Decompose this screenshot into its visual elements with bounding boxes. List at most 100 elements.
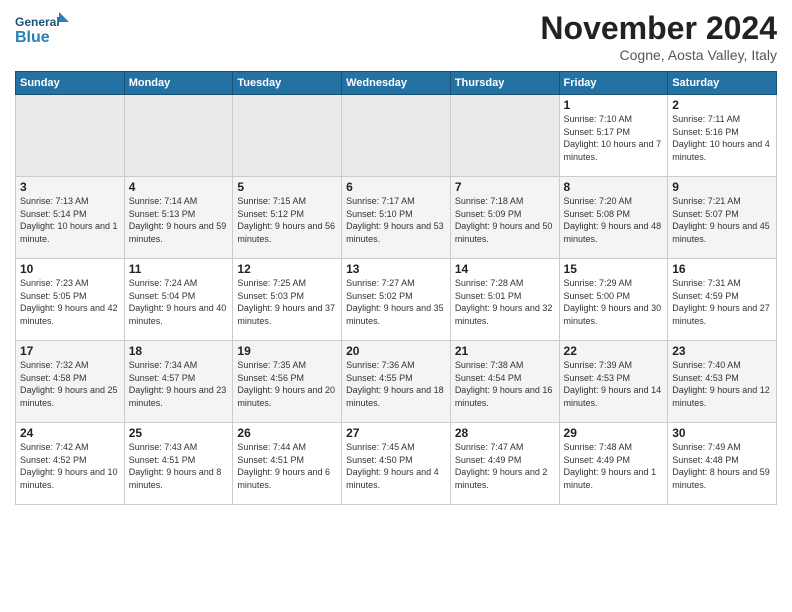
day-info: Sunrise: 7:35 AM Sunset: 4:56 PM Dayligh… — [237, 359, 337, 409]
day-info: Sunrise: 7:39 AM Sunset: 4:53 PM Dayligh… — [564, 359, 664, 409]
day-number: 14 — [455, 262, 555, 276]
day-info: Sunrise: 7:48 AM Sunset: 4:49 PM Dayligh… — [564, 441, 664, 491]
day-info: Sunrise: 7:21 AM Sunset: 5:07 PM Dayligh… — [672, 195, 772, 245]
day-info: Sunrise: 7:23 AM Sunset: 5:05 PM Dayligh… — [20, 277, 120, 327]
day-info: Sunrise: 7:43 AM Sunset: 4:51 PM Dayligh… — [129, 441, 229, 491]
cell-0-1 — [124, 95, 233, 177]
day-info: Sunrise: 7:44 AM Sunset: 4:51 PM Dayligh… — [237, 441, 337, 491]
day-number: 26 — [237, 426, 337, 440]
col-thursday: Thursday — [450, 72, 559, 95]
subtitle: Cogne, Aosta Valley, Italy — [540, 47, 777, 63]
day-number: 17 — [20, 344, 120, 358]
cell-4-5: 29Sunrise: 7:48 AM Sunset: 4:49 PM Dayli… — [559, 423, 668, 505]
day-number: 5 — [237, 180, 337, 194]
day-number: 19 — [237, 344, 337, 358]
day-number: 30 — [672, 426, 772, 440]
day-info: Sunrise: 7:42 AM Sunset: 4:52 PM Dayligh… — [20, 441, 120, 491]
cell-2-2: 12Sunrise: 7:25 AM Sunset: 5:03 PM Dayli… — [233, 259, 342, 341]
cell-0-5: 1Sunrise: 7:10 AM Sunset: 5:17 PM Daylig… — [559, 95, 668, 177]
day-info: Sunrise: 7:15 AM Sunset: 5:12 PM Dayligh… — [237, 195, 337, 245]
title-block: November 2024 Cogne, Aosta Valley, Italy — [540, 10, 777, 63]
cell-2-4: 14Sunrise: 7:28 AM Sunset: 5:01 PM Dayli… — [450, 259, 559, 341]
cell-2-5: 15Sunrise: 7:29 AM Sunset: 5:00 PM Dayli… — [559, 259, 668, 341]
cell-2-6: 16Sunrise: 7:31 AM Sunset: 4:59 PM Dayli… — [668, 259, 777, 341]
day-number: 28 — [455, 426, 555, 440]
day-number: 6 — [346, 180, 446, 194]
cell-0-2 — [233, 95, 342, 177]
cell-4-3: 27Sunrise: 7:45 AM Sunset: 4:50 PM Dayli… — [342, 423, 451, 505]
week-row-1: 3Sunrise: 7:13 AM Sunset: 5:14 PM Daylig… — [16, 177, 777, 259]
day-number: 18 — [129, 344, 229, 358]
cell-3-0: 17Sunrise: 7:32 AM Sunset: 4:58 PM Dayli… — [16, 341, 125, 423]
cell-2-1: 11Sunrise: 7:24 AM Sunset: 5:04 PM Dayli… — [124, 259, 233, 341]
col-saturday: Saturday — [668, 72, 777, 95]
logo: General Blue — [15, 10, 70, 55]
col-wednesday: Wednesday — [342, 72, 451, 95]
day-number: 10 — [20, 262, 120, 276]
cell-4-2: 26Sunrise: 7:44 AM Sunset: 4:51 PM Dayli… — [233, 423, 342, 505]
day-number: 20 — [346, 344, 446, 358]
day-info: Sunrise: 7:13 AM Sunset: 5:14 PM Dayligh… — [20, 195, 120, 245]
cell-3-3: 20Sunrise: 7:36 AM Sunset: 4:55 PM Dayli… — [342, 341, 451, 423]
cell-1-1: 4Sunrise: 7:14 AM Sunset: 5:13 PM Daylig… — [124, 177, 233, 259]
day-info: Sunrise: 7:40 AM Sunset: 4:53 PM Dayligh… — [672, 359, 772, 409]
day-number: 16 — [672, 262, 772, 276]
day-info: Sunrise: 7:14 AM Sunset: 5:13 PM Dayligh… — [129, 195, 229, 245]
day-info: Sunrise: 7:24 AM Sunset: 5:04 PM Dayligh… — [129, 277, 229, 327]
col-monday: Monday — [124, 72, 233, 95]
cell-3-5: 22Sunrise: 7:39 AM Sunset: 4:53 PM Dayli… — [559, 341, 668, 423]
day-info: Sunrise: 7:45 AM Sunset: 4:50 PM Dayligh… — [346, 441, 446, 491]
day-info: Sunrise: 7:17 AM Sunset: 5:10 PM Dayligh… — [346, 195, 446, 245]
day-info: Sunrise: 7:47 AM Sunset: 4:49 PM Dayligh… — [455, 441, 555, 491]
header-row: Sunday Monday Tuesday Wednesday Thursday… — [16, 72, 777, 95]
col-sunday: Sunday — [16, 72, 125, 95]
cell-3-1: 18Sunrise: 7:34 AM Sunset: 4:57 PM Dayli… — [124, 341, 233, 423]
day-info: Sunrise: 7:31 AM Sunset: 4:59 PM Dayligh… — [672, 277, 772, 327]
day-info: Sunrise: 7:32 AM Sunset: 4:58 PM Dayligh… — [20, 359, 120, 409]
day-number: 9 — [672, 180, 772, 194]
day-number: 21 — [455, 344, 555, 358]
cell-1-5: 8Sunrise: 7:20 AM Sunset: 5:08 PM Daylig… — [559, 177, 668, 259]
page: General Blue November 2024 Cogne, Aosta … — [0, 0, 792, 612]
day-info: Sunrise: 7:27 AM Sunset: 5:02 PM Dayligh… — [346, 277, 446, 327]
day-number: 23 — [672, 344, 772, 358]
day-number: 13 — [346, 262, 446, 276]
col-friday: Friday — [559, 72, 668, 95]
day-number: 25 — [129, 426, 229, 440]
cell-1-0: 3Sunrise: 7:13 AM Sunset: 5:14 PM Daylig… — [16, 177, 125, 259]
week-row-4: 24Sunrise: 7:42 AM Sunset: 4:52 PM Dayli… — [16, 423, 777, 505]
day-number: 27 — [346, 426, 446, 440]
day-info: Sunrise: 7:11 AM Sunset: 5:16 PM Dayligh… — [672, 113, 772, 163]
cell-0-6: 2Sunrise: 7:11 AM Sunset: 5:16 PM Daylig… — [668, 95, 777, 177]
day-info: Sunrise: 7:25 AM Sunset: 5:03 PM Dayligh… — [237, 277, 337, 327]
day-number: 15 — [564, 262, 664, 276]
day-number: 12 — [237, 262, 337, 276]
day-info: Sunrise: 7:49 AM Sunset: 4:48 PM Dayligh… — [672, 441, 772, 491]
cell-3-2: 19Sunrise: 7:35 AM Sunset: 4:56 PM Dayli… — [233, 341, 342, 423]
cell-2-3: 13Sunrise: 7:27 AM Sunset: 5:02 PM Dayli… — [342, 259, 451, 341]
day-number: 3 — [20, 180, 120, 194]
day-info: Sunrise: 7:34 AM Sunset: 4:57 PM Dayligh… — [129, 359, 229, 409]
day-info: Sunrise: 7:38 AM Sunset: 4:54 PM Dayligh… — [455, 359, 555, 409]
cell-1-3: 6Sunrise: 7:17 AM Sunset: 5:10 PM Daylig… — [342, 177, 451, 259]
cell-4-1: 25Sunrise: 7:43 AM Sunset: 4:51 PM Dayli… — [124, 423, 233, 505]
calendar-table: Sunday Monday Tuesday Wednesday Thursday… — [15, 71, 777, 505]
cell-0-0 — [16, 95, 125, 177]
day-number: 7 — [455, 180, 555, 194]
cell-0-3 — [342, 95, 451, 177]
day-number: 29 — [564, 426, 664, 440]
day-info: Sunrise: 7:18 AM Sunset: 5:09 PM Dayligh… — [455, 195, 555, 245]
cell-4-0: 24Sunrise: 7:42 AM Sunset: 4:52 PM Dayli… — [16, 423, 125, 505]
day-info: Sunrise: 7:10 AM Sunset: 5:17 PM Dayligh… — [564, 113, 664, 163]
day-info: Sunrise: 7:36 AM Sunset: 4:55 PM Dayligh… — [346, 359, 446, 409]
day-number: 1 — [564, 98, 664, 112]
day-number: 8 — [564, 180, 664, 194]
cell-2-0: 10Sunrise: 7:23 AM Sunset: 5:05 PM Dayli… — [16, 259, 125, 341]
cell-1-2: 5Sunrise: 7:15 AM Sunset: 5:12 PM Daylig… — [233, 177, 342, 259]
day-number: 24 — [20, 426, 120, 440]
svg-text:Blue: Blue — [15, 29, 50, 46]
cell-3-6: 23Sunrise: 7:40 AM Sunset: 4:53 PM Dayli… — [668, 341, 777, 423]
day-number: 2 — [672, 98, 772, 112]
col-tuesday: Tuesday — [233, 72, 342, 95]
cell-4-6: 30Sunrise: 7:49 AM Sunset: 4:48 PM Dayli… — [668, 423, 777, 505]
